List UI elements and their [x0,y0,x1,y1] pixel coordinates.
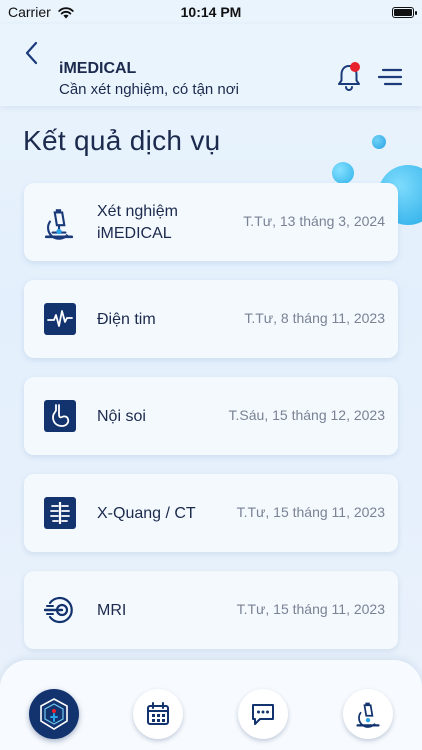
service-name-line2: iMEDICAL [97,225,172,242]
app-subtitle: Cần xét nghiệm, có tận nơi [59,81,239,98]
stomach-icon [44,400,76,432]
microscope-icon [356,702,380,728]
service-date: T.Sáu, 15 tháng 12, 2023 [228,407,385,423]
service-date: T.Tư, 13 tháng 3, 2024 [243,213,385,229]
service-date: T.Tư, 8 tháng 11, 2023 [244,310,385,326]
service-card-dien-tim[interactable]: Điện tim T.Tư, 8 tháng 11, 2023 [24,280,398,358]
service-card-mri[interactable]: MRI T.Tư, 15 tháng 11, 2023 [24,571,398,649]
service-name: Điện tim [97,311,156,328]
decor-bubble-medium [332,162,354,184]
service-card-noi-soi[interactable]: Nội soi T.Sáu, 15 tháng 12, 2023 [24,377,398,455]
notification-dot [350,62,360,72]
nav-chat-button[interactable] [238,689,288,739]
service-name: Nội soi [97,408,146,425]
app-header: iMEDICAL Cần xét nghiệm, có tận nơi [0,24,422,106]
service-name-line1: Xét nghiệm [97,203,178,220]
app-title: iMEDICAL [59,60,137,77]
menu-button[interactable] [377,66,403,88]
mri-icon [44,596,73,624]
service-name: X-Quang / CT [97,505,196,522]
ecg-icon [44,303,76,335]
nav-calendar-button[interactable] [133,689,183,739]
service-date: T.Tư, 15 tháng 11, 2023 [236,504,385,520]
service-name: MRI [97,602,127,619]
nav-lab-results-button[interactable] [343,689,393,739]
decor-bubble-small [372,135,386,149]
bottom-nav [0,660,422,750]
carrier-label: Carrier [8,4,51,20]
status-left: Carrier [8,4,75,20]
service-card-x-quang-ct[interactable]: X-Quang / CT T.Tư, 15 tháng 11, 2023 [24,474,398,552]
wifi-icon [58,6,74,18]
service-name: Xét nghiệm iMEDICAL [97,201,178,245]
microscope-icon [44,209,74,240]
page-title: Kết quả dịch vụ [23,125,221,156]
chat-icon [252,704,274,725]
xray-icon [44,497,76,529]
status-bar: Carrier 10:14 PM [0,0,422,24]
calendar-icon [147,702,169,725]
battery-icon [392,6,417,18]
service-date: T.Tư, 15 tháng 11, 2023 [236,601,385,617]
home-logo-icon [40,698,68,730]
back-button[interactable] [20,38,44,68]
nav-home-button[interactable] [29,689,79,739]
service-card-xet-nghiem[interactable]: Xét nghiệm iMEDICAL T.Tư, 13 tháng 3, 20… [24,183,398,261]
